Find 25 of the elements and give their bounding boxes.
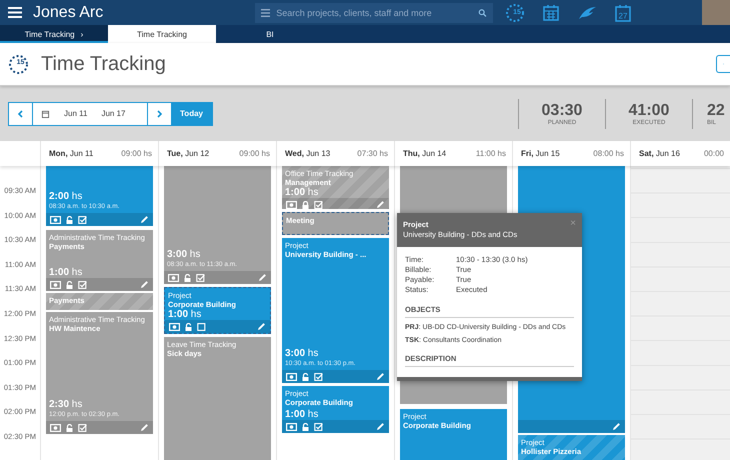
day-label: Fri, Jun 15	[521, 149, 560, 158]
entry-duration: 3:00 hs	[166, 249, 202, 260]
day-hours: 09:00 hs	[239, 149, 270, 158]
entry-duration: 1:00 hs	[48, 267, 84, 278]
day-label: Tue, Jun 12	[167, 149, 210, 158]
entry-duration: 1:00 hs	[167, 309, 202, 320]
day-hours: 07:30 hs	[357, 149, 388, 158]
day-hours: 08:00 hs	[593, 149, 624, 158]
day-hours: 11:00 hs	[476, 149, 506, 158]
entry-duration: 1:00 hs	[284, 409, 320, 420]
stat-value: 03:30	[542, 102, 582, 120]
day-label: Thu, Jun 14	[403, 149, 446, 158]
page-title: Time Tracking	[41, 52, 166, 76]
day-hours: 00:00	[704, 149, 724, 158]
entry-duration: 1:00 hs	[284, 187, 320, 198]
stat-value: 22	[707, 102, 725, 120]
day-label: Mon, Jun 11	[49, 149, 94, 158]
entry-duration: 2:30 hs	[48, 399, 84, 410]
entry-duration: 2:00 hs	[48, 191, 84, 202]
stat-value: 41:00	[628, 102, 670, 120]
app-title: Jones Arc	[33, 4, 104, 22]
day-label: Sat, Jun 16	[639, 149, 680, 158]
day-hours: 09:00 hs	[121, 149, 152, 158]
day-label: Wed, Jun 13	[285, 149, 330, 158]
entry-duration: 3:00 hs	[284, 348, 320, 359]
